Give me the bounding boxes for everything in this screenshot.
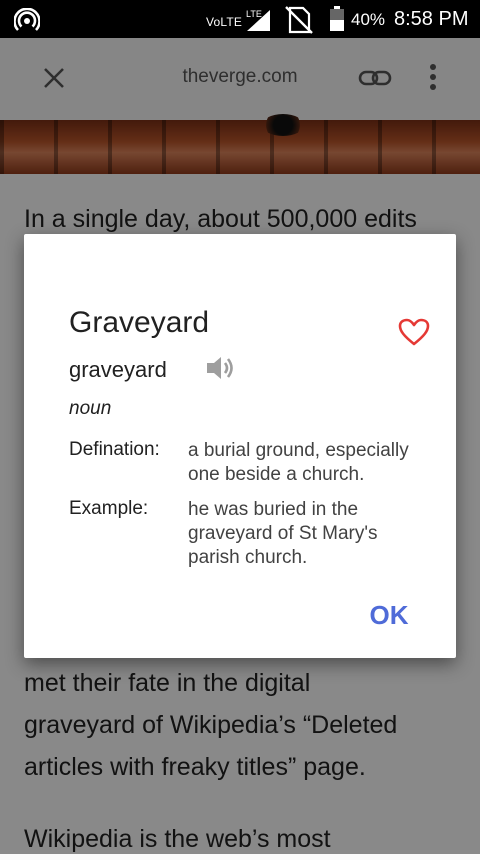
part-of-speech: noun [69,398,112,419]
definition-line: one beside a church. [188,464,365,485]
definition-line: a burial ground, especially [188,440,409,461]
example-text: he was buried in the graveyard of St Mar… [188,498,438,570]
lte-label: LTE [246,9,262,19]
example-label: Example: [69,498,149,519]
battery-icon [329,6,345,37]
volte-label: VoLTE [206,15,243,29]
dictionary-dialog: Graveyard graveyard noun Defination: a b… [24,234,456,658]
hotspot-icon [13,7,41,39]
favorite-heart-icon[interactable] [398,318,430,351]
clock: 8:58 PM [394,8,469,30]
example-line: graveyard of St Mary's [188,523,378,544]
dialog-word-title: Graveyard [69,306,210,339]
signal-icon: LTE [244,7,272,38]
speaker-icon[interactable] [204,353,236,388]
example-line: he was buried in the [188,499,359,520]
definition-label: Defination: [69,439,160,460]
battery-percent: 40% [351,10,386,29]
definition-text: a burial ground, especially one beside a… [188,439,438,487]
example-line: parish church. [188,547,308,568]
ok-button[interactable]: OK [354,590,424,640]
no-sim-icon [284,5,314,40]
pronunciation-text: graveyard [69,357,167,382]
status-bar: VoLTE LTE 40% 8:58 PM [0,0,480,38]
